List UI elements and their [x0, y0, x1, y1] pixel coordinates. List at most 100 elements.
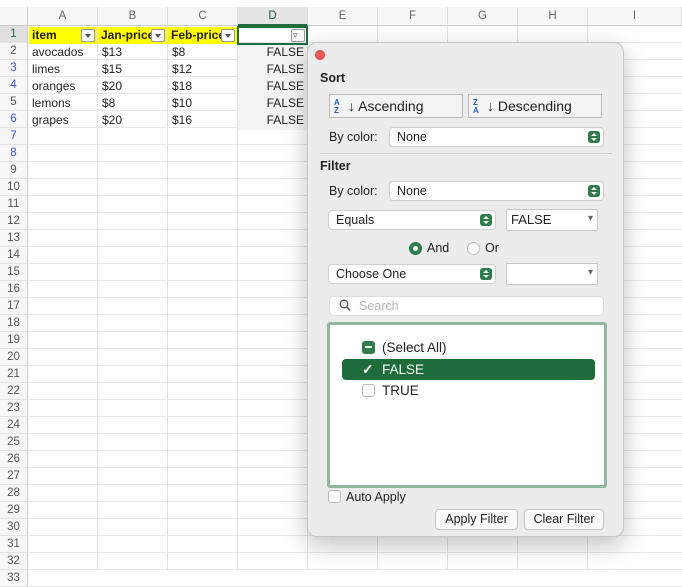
table-cell-item[interactable]: grapes [29, 112, 98, 129]
row-header-16[interactable]: 16 [0, 281, 28, 298]
sort-descending-label: Descending [497, 98, 572, 114]
row-header-33[interactable]: 33 [0, 570, 28, 587]
row-header-32[interactable]: 32 [0, 553, 28, 570]
row-header-24[interactable]: 24 [0, 417, 28, 434]
column-header-h[interactable]: H [518, 7, 588, 26]
clear-filter-button[interactable]: Clear Filter [524, 509, 604, 530]
row-header-22[interactable]: 22 [0, 383, 28, 400]
row-header-21[interactable]: 21 [0, 366, 28, 383]
filter-dropdown-icon[interactable] [151, 29, 165, 42]
row-header-20[interactable]: 20 [0, 349, 28, 366]
table-cell-jan[interactable]: $15 [99, 61, 168, 78]
table-cell-jan[interactable]: $20 [99, 112, 168, 129]
row-header-30[interactable]: 30 [0, 519, 28, 536]
auto-apply-checkbox[interactable] [328, 490, 341, 503]
sort-ascending-icon: AZ [334, 98, 340, 116]
row-header-28[interactable]: 28 [0, 485, 28, 502]
row-header-25[interactable]: 25 [0, 434, 28, 451]
row-header-12[interactable]: 12 [0, 213, 28, 230]
checkbox-unchecked-icon[interactable] [362, 384, 375, 397]
column-header-g[interactable]: G [448, 7, 518, 26]
table-cell-item[interactable]: oranges [29, 78, 98, 95]
table-cell-feb[interactable]: $10 [169, 95, 238, 112]
table-cell-d[interactable]: FALSE [239, 78, 308, 95]
table-cell-jan[interactable]: $13 [99, 44, 168, 61]
search-input[interactable]: Search [329, 296, 604, 316]
row-header-23[interactable]: 23 [0, 400, 28, 417]
table-cell-d[interactable]: FALSE [239, 112, 308, 129]
chevron-down-icon[interactable]: ▾ [588, 209, 593, 229]
sort-by-color-label: By color: [329, 130, 378, 144]
row-header-14[interactable]: 14 [0, 247, 28, 264]
row-header-1[interactable]: 1 [0, 26, 28, 43]
row-header-7[interactable]: 7 [0, 128, 28, 145]
close-icon[interactable] [315, 50, 325, 60]
row-header-10[interactable]: 10 [0, 179, 28, 196]
row-header-6[interactable]: 6 [0, 111, 28, 128]
checkbox-mixed-icon[interactable] [362, 341, 375, 354]
column-header-i[interactable]: I [588, 7, 682, 26]
row-header-11[interactable]: 11 [0, 196, 28, 213]
table-cell-feb[interactable]: $18 [169, 78, 238, 95]
row-header-4[interactable]: 4 [0, 77, 28, 94]
column-header-d[interactable]: D [238, 7, 308, 26]
column-header-f[interactable]: F [378, 7, 448, 26]
header-cell-feb-price[interactable]: Feb-price [168, 27, 237, 44]
header-cell-item[interactable]: item [29, 27, 97, 44]
row-header-29[interactable]: 29 [0, 502, 28, 519]
table-cell-feb[interactable]: $8 [169, 44, 238, 61]
checkmark-icon[interactable] [362, 359, 375, 380]
table-cell-item[interactable]: limes [29, 61, 98, 78]
auto-apply-label: Auto Apply [346, 490, 406, 504]
sort-descending-button[interactable]: Z A ↓ Descending [468, 94, 602, 118]
column-header-c[interactable]: C [168, 7, 238, 26]
table-cell-jan[interactable]: $8 [99, 95, 168, 112]
condition1-value: FALSE [511, 212, 552, 227]
condition1-operator-select[interactable]: Equals [328, 210, 496, 230]
table-cell-d[interactable]: FALSE [239, 61, 308, 78]
list-item-select-all[interactable]: (Select All) [342, 337, 595, 358]
column-header-b[interactable]: B [98, 7, 168, 26]
list-item-false[interactable]: FALSE [342, 359, 595, 380]
row-header-17[interactable]: 17 [0, 298, 28, 315]
list-item-true[interactable]: TRUE [342, 380, 595, 401]
condition1-value-combo[interactable]: FALSE ▾ [506, 209, 598, 231]
row-header-31[interactable]: 31 [0, 536, 28, 553]
chevron-down-icon[interactable]: ▾ [588, 263, 593, 283]
row-header-15[interactable]: 15 [0, 264, 28, 281]
row-header-26[interactable]: 26 [0, 451, 28, 468]
row-header-19[interactable]: 19 [0, 332, 28, 349]
row-header-8[interactable]: 8 [0, 145, 28, 162]
sort-by-color-select[interactable]: None [389, 127, 604, 147]
sort-ascending-button[interactable]: A Z ↓ Ascending [329, 94, 463, 118]
column-header-e[interactable]: E [308, 7, 378, 26]
row-header-5[interactable]: 5 [0, 94, 28, 111]
column-header-a[interactable]: A [28, 7, 98, 26]
filter-by-color-select[interactable]: None [389, 181, 604, 201]
table-cell-d[interactable]: FALSE [239, 44, 308, 61]
apply-filter-button[interactable]: Apply Filter [435, 509, 518, 530]
row-header-9[interactable]: 9 [0, 162, 28, 179]
value-list[interactable]: (Select All) FALSE TRUE [327, 322, 607, 488]
table-cell-feb[interactable]: $12 [169, 61, 238, 78]
row-header-27[interactable]: 27 [0, 468, 28, 485]
row-header-18[interactable]: 18 [0, 315, 28, 332]
and-radio[interactable] [409, 242, 422, 255]
select-all-corner[interactable] [0, 7, 28, 26]
row-header-13[interactable]: 13 [0, 230, 28, 247]
filter-dropdown-icon[interactable] [221, 29, 235, 42]
condition2-value-combo[interactable]: ▾ [506, 263, 598, 285]
table-cell-item[interactable]: avocados [29, 44, 98, 61]
row-header-3[interactable]: 3 [0, 60, 28, 77]
row-header-2[interactable]: 2 [0, 43, 28, 60]
table-cell-feb[interactable]: $16 [169, 112, 238, 129]
header-cell-jan-price[interactable]: Jan-price [98, 27, 167, 44]
table-cell-item[interactable]: lemons [29, 95, 98, 112]
table-cell-jan[interactable]: $20 [99, 78, 168, 95]
select-stepper-icon [588, 131, 600, 143]
filter-dropdown-icon[interactable] [81, 29, 95, 42]
header-cell-item-label: item [32, 28, 57, 42]
or-radio[interactable] [467, 242, 480, 255]
table-cell-d[interactable]: FALSE [239, 95, 308, 112]
condition2-operator-select[interactable]: Choose One [328, 264, 496, 284]
